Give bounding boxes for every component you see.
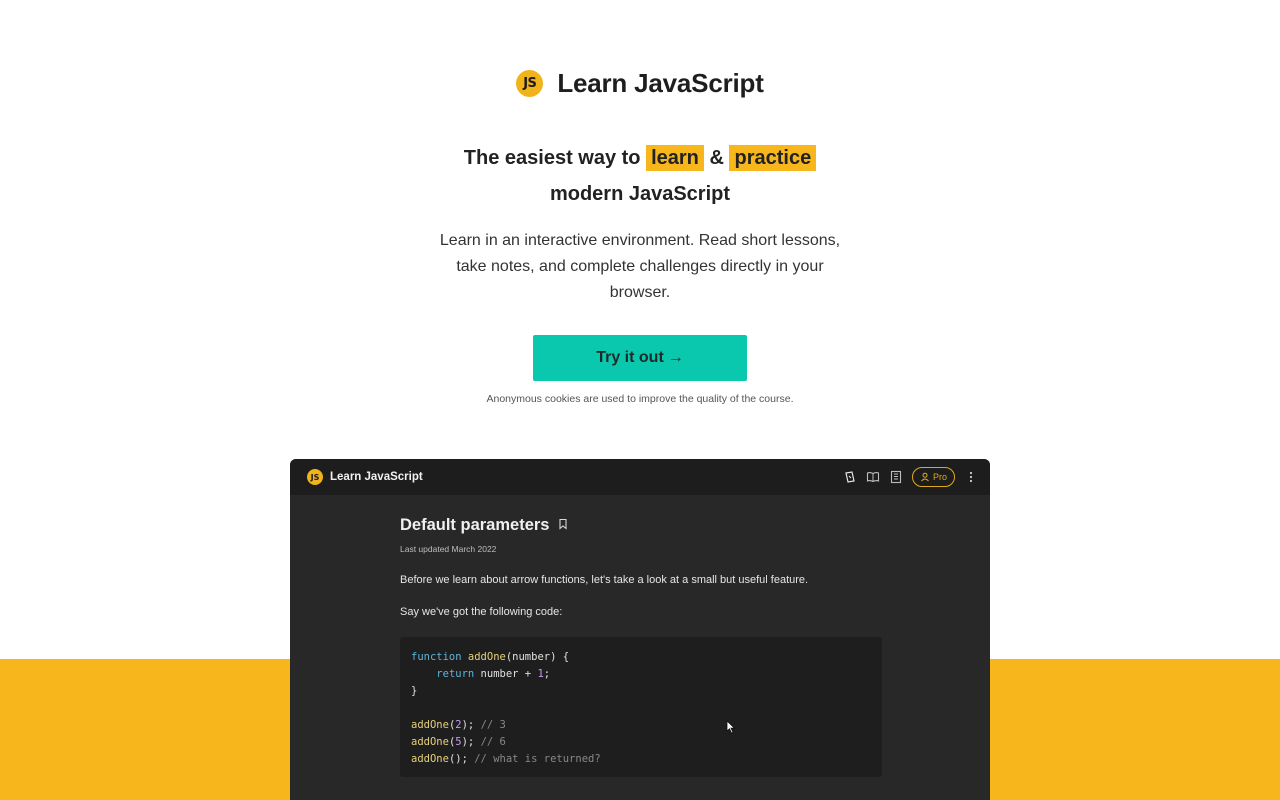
code-line: function addOne(number) { bbox=[411, 651, 570, 663]
app-top-bar: JS Learn JavaScript Pro bbox=[290, 459, 990, 495]
last-updated: Last updated March 2022 bbox=[400, 544, 497, 554]
book-icon[interactable] bbox=[866, 470, 880, 484]
app-toolbar: Pro bbox=[843, 467, 978, 487]
try-it-out-label: Try it out bbox=[596, 349, 664, 366]
headline-ampersand: & bbox=[709, 147, 724, 169]
brand-title: Learn JavaScript bbox=[557, 68, 764, 98]
code-line: } bbox=[411, 685, 418, 697]
code-block: function addOne(number) { return number … bbox=[400, 637, 882, 777]
more-vertical-icon[interactable] bbox=[964, 470, 978, 484]
app-js-logo-icon: JS bbox=[307, 469, 323, 485]
js-logo-icon: JS bbox=[516, 70, 544, 97]
code-line: addOne(); // what is returned? bbox=[411, 753, 601, 765]
app-preview-window: JS Learn JavaScript Pro Default paramete… bbox=[290, 459, 990, 800]
headline-highlight-learn: learn bbox=[646, 145, 704, 171]
pro-badge[interactable]: Pro bbox=[911, 467, 955, 487]
lesson-paragraph-1: Before we learn about arrow functions, l… bbox=[400, 574, 809, 586]
code-line: addOne(5); // 6 bbox=[411, 736, 506, 748]
arrow-right-icon: → bbox=[667, 349, 684, 366]
intro-subtext: Learn in an interactive environment. Rea… bbox=[439, 232, 841, 301]
pro-label: Pro bbox=[932, 472, 947, 482]
headline-line-2: modern JavaScript bbox=[549, 183, 731, 205]
bookmark-icon[interactable] bbox=[557, 516, 569, 535]
headline: The easiest way to learn & practice mode… bbox=[0, 140, 1280, 212]
lesson-content: Default parameters Last updated March 20… bbox=[400, 516, 882, 777]
code-line: addOne(2); // 3 bbox=[411, 719, 506, 731]
lesson-title: Default parameters bbox=[400, 516, 550, 534]
lesson-paragraph-2: Say we've got the following code: bbox=[400, 606, 563, 618]
headline-prefix: The easiest way to bbox=[463, 147, 641, 169]
notes-icon[interactable] bbox=[889, 470, 903, 484]
headline-line-1: The easiest way to learn & practice bbox=[0, 140, 1280, 176]
cards-icon[interactable] bbox=[843, 470, 857, 484]
user-icon bbox=[921, 472, 929, 482]
try-it-out-button[interactable]: Try it out → bbox=[533, 335, 747, 381]
code-line: return number + 1; bbox=[436, 668, 551, 680]
headline-highlight-practice: practice bbox=[729, 145, 817, 171]
cookie-notice: Anonymous cookies are used to improve th… bbox=[486, 393, 794, 405]
lesson-title-row: Default parameters bbox=[400, 516, 882, 535]
mouse-cursor-icon bbox=[726, 720, 736, 739]
app-title: Learn JavaScript bbox=[330, 471, 423, 483]
brand-header: JS Learn JavaScript bbox=[0, 68, 1280, 99]
